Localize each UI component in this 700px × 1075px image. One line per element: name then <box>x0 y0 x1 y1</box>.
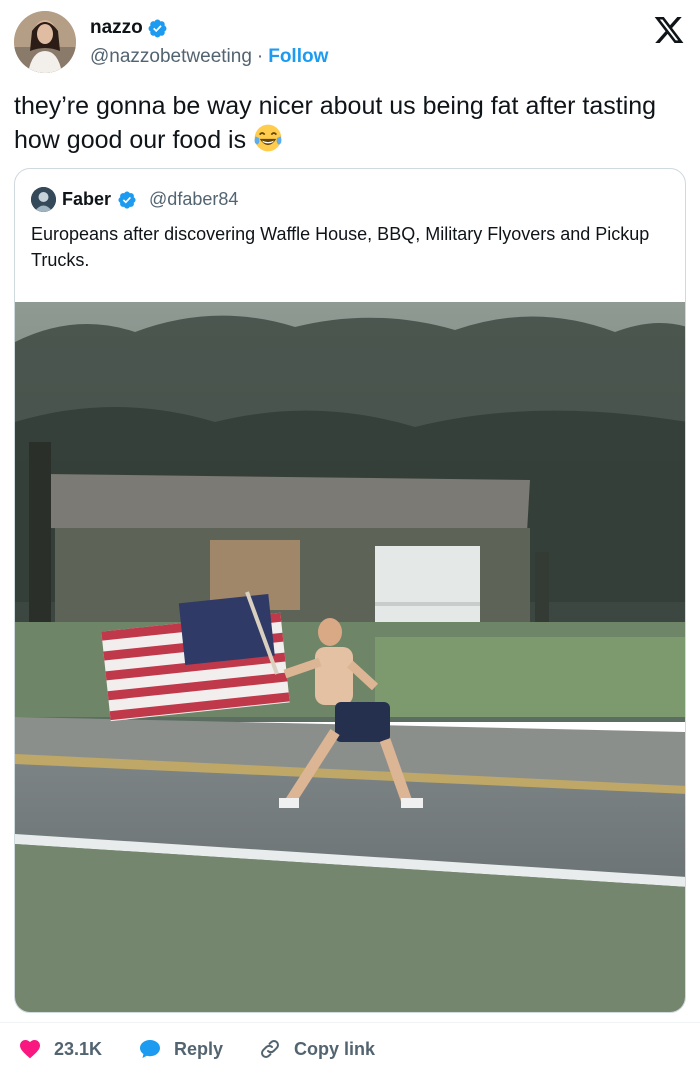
follow-button[interactable]: Follow <box>268 46 328 68</box>
tweet-body: they’re gonna be way nicer about us bein… <box>14 92 657 154</box>
x-logo-icon[interactable] <box>652 14 686 46</box>
tweet-header: nazzo @nazzobetweeting · Follow <box>0 0 700 90</box>
verified-badge-icon <box>148 19 167 37</box>
copy-link-label: Copy link <box>294 1038 376 1059</box>
quoted-avatar[interactable] <box>31 187 56 212</box>
quoted-author-handle[interactable]: @dfaber84 <box>149 189 238 210</box>
face-with-tears-of-joy-icon <box>254 124 282 152</box>
quoted-author-name[interactable]: Faber <box>62 189 111 210</box>
reply-label: Reply <box>174 1038 224 1059</box>
quoted-tweet-card[interactable]: Faber @dfaber84 Europeans after discover… <box>14 168 686 1013</box>
author-handle[interactable]: @nazzobetweeting <box>90 46 252 68</box>
quoted-video-thumbnail[interactable] <box>15 302 685 1012</box>
reply-button[interactable]: Reply <box>138 1037 223 1061</box>
separator-dot: · <box>256 46 264 67</box>
author-name[interactable]: nazzo <box>90 17 143 39</box>
like-count: 23.1K <box>54 1038 103 1059</box>
verified-badge-icon <box>118 190 136 209</box>
like-button[interactable]: 23.1K <box>18 1037 102 1061</box>
copy-link-button[interactable]: Copy link <box>258 1037 375 1061</box>
author-avatar[interactable] <box>14 11 76 73</box>
link-icon <box>261 1040 279 1058</box>
tweet-text: they’re gonna be way nicer about us bein… <box>14 90 674 157</box>
reply-bubble-icon <box>140 1040 160 1058</box>
tweet-actions: 23.1K Reply Copy link <box>0 1022 700 1075</box>
heart-icon <box>20 1040 40 1059</box>
quoted-tweet-text: Europeans after discovering Waffle House… <box>31 224 650 270</box>
